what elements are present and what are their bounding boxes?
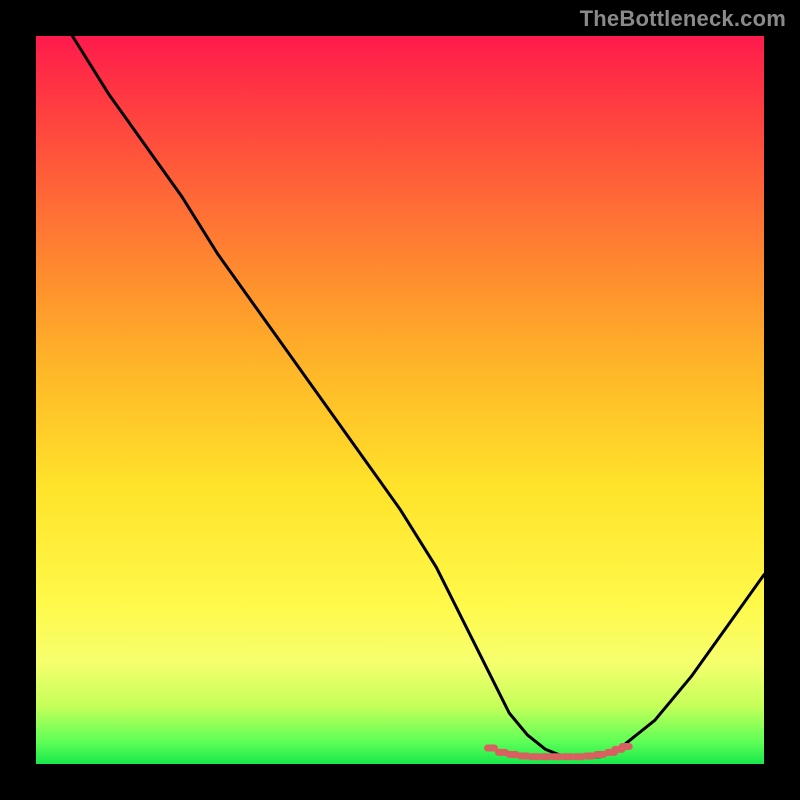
curve-group — [72, 36, 764, 760]
bottleneck-curve — [72, 36, 764, 757]
match-marker — [550, 753, 564, 760]
plot-area — [36, 36, 764, 764]
match-marker — [484, 745, 498, 752]
match-marker — [593, 751, 607, 758]
match-marker — [539, 753, 553, 760]
match-marker — [604, 749, 618, 756]
watermark-text: TheBottleneck.com — [580, 6, 786, 32]
match-marker — [582, 753, 596, 760]
match-marker — [517, 753, 531, 760]
match-marker — [528, 753, 542, 760]
chart-frame: TheBottleneck.com — [0, 0, 800, 800]
match-marker — [619, 743, 633, 750]
match-marker — [560, 753, 574, 760]
match-marker — [506, 751, 520, 758]
match-marker — [571, 753, 585, 760]
match-marker — [495, 749, 509, 756]
match-marker — [611, 746, 625, 753]
chart-svg — [36, 36, 764, 764]
